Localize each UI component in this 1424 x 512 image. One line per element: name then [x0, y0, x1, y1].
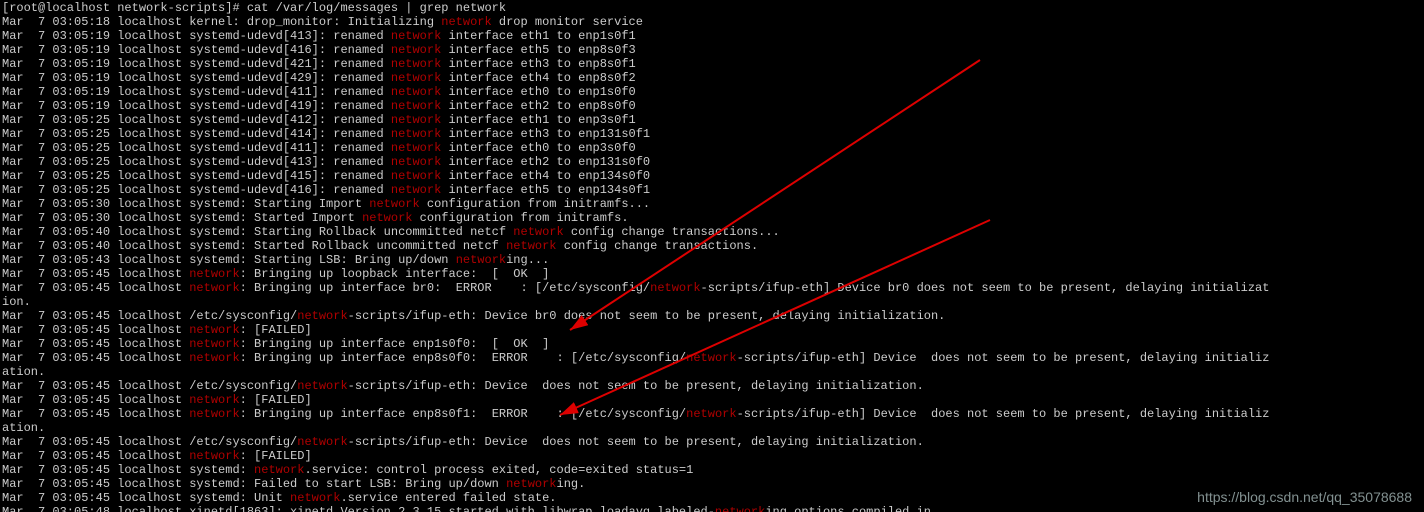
terminal-output[interactable]: [root@localhost network-scripts]# cat /v…	[0, 0, 1424, 512]
watermark: https://blog.csdn.net/qq_35078688	[1197, 490, 1412, 504]
prompt-line[interactable]: [root@localhost network-scripts]# cat /v…	[2, 1, 1422, 15]
